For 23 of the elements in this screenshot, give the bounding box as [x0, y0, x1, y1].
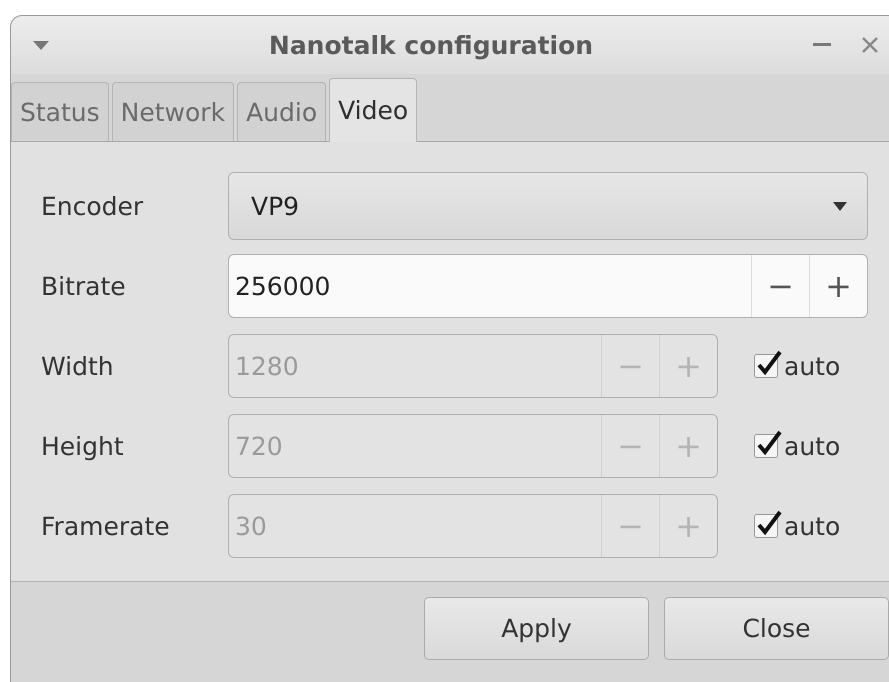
tab[interactable]: Status — [11, 82, 109, 141]
tab[interactable]: Audio — [237, 82, 326, 141]
field-label: Bitrate — [41, 272, 127, 300]
checkbox-label: auto — [784, 512, 840, 540]
close-icon[interactable] — [861, 36, 879, 54]
field-label: Encoder — [41, 192, 144, 220]
field-label: Framerate — [41, 512, 171, 540]
dialog-button[interactable]: Close — [664, 597, 889, 660]
checkbox-label: auto — [784, 432, 840, 460]
tab[interactable]: Video — [329, 78, 418, 142]
checkbox-label: auto — [784, 352, 840, 380]
field-label: Height — [41, 432, 125, 460]
window-title: Nanotalk configuration — [268, 30, 594, 60]
number-field[interactable]: 256000 − + — [228, 254, 868, 318]
minimize-icon[interactable] — [813, 43, 831, 47]
caret-icon — [833, 202, 847, 210]
decrement-button[interactable]: − — [751, 255, 809, 317]
menu-icon[interactable] — [33, 40, 49, 50]
increment-button[interactable]: + — [809, 255, 867, 317]
encoder-dropdown[interactable]: VP9 — [228, 172, 868, 240]
tab[interactable]: Network — [112, 82, 234, 141]
dialog-button[interactable]: Apply — [424, 597, 649, 660]
field-label: Width — [41, 352, 115, 380]
